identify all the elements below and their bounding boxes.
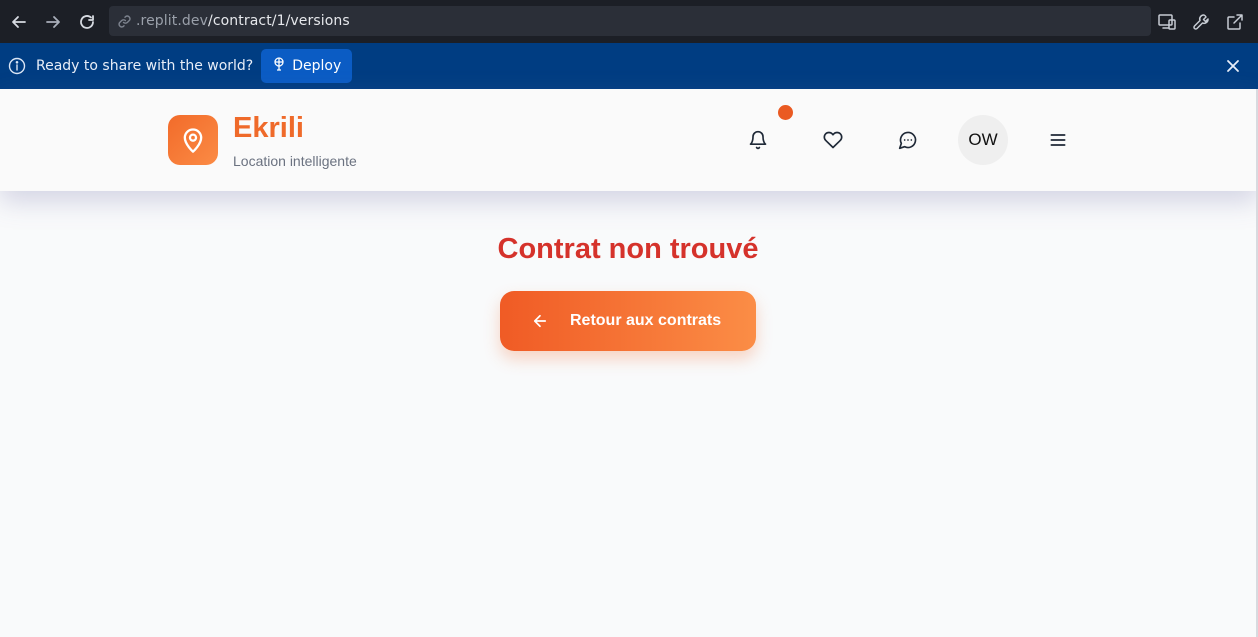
url-path: /contract/1/versions (208, 13, 350, 29)
bell-icon[interactable] (743, 125, 773, 155)
forward-arrow-icon[interactable] (36, 5, 70, 39)
url-text: .replit.dev/contract/1/versions (136, 13, 350, 29)
url-domain: .replit.dev (136, 13, 209, 29)
brand-subtitle: Location intelligente (233, 153, 357, 169)
reload-icon[interactable] (70, 5, 104, 39)
back-to-contracts-button[interactable]: Retour aux contrats (500, 291, 756, 351)
deploy-button[interactable]: Deploy (261, 49, 353, 83)
deploy-icon (272, 57, 286, 75)
notification-badge (778, 105, 793, 120)
browser-toolbar: .replit.dev/contract/1/versions (0, 0, 1258, 43)
deploy-banner: Ready to share with the world? Deploy (0, 43, 1258, 89)
back-arrow-icon[interactable] (2, 5, 36, 39)
info-icon (8, 57, 26, 75)
devices-icon[interactable] (1152, 7, 1182, 37)
open-external-icon[interactable] (1220, 7, 1250, 37)
message-icon[interactable] (893, 125, 923, 155)
arrow-left-icon (530, 311, 550, 331)
banner-text: Ready to share with the world? (36, 58, 254, 74)
browser-actions (1152, 0, 1258, 43)
app-header: Ekrili Location intelligente OW (0, 89, 1258, 191)
heart-icon[interactable] (818, 125, 848, 155)
avatar[interactable]: OW (958, 115, 1008, 165)
deploy-label: Deploy (292, 58, 342, 74)
link-icon (115, 12, 133, 30)
address-bar[interactable]: .replit.dev/contract/1/versions (109, 6, 1151, 36)
map-pin-icon[interactable] (168, 115, 218, 165)
menu-icon[interactable] (1043, 125, 1073, 155)
brand-name[interactable]: Ekrili (233, 112, 304, 145)
close-icon[interactable] (1224, 57, 1242, 75)
wrench-icon[interactable] (1186, 7, 1216, 37)
page-title: Contrat non trouvé (497, 233, 759, 265)
back-button-label: Retour aux contrats (570, 312, 722, 329)
